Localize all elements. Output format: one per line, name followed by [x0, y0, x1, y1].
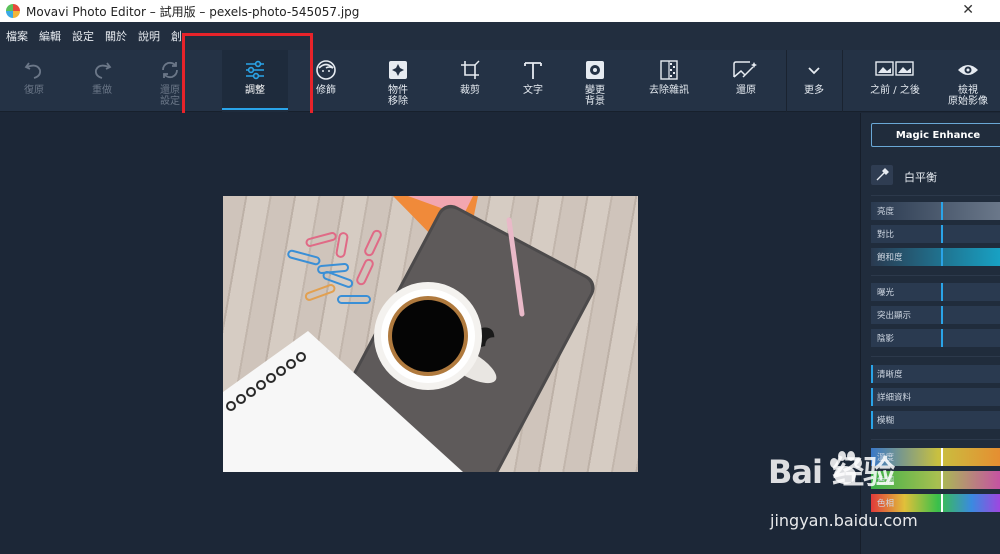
slider-thumb[interactable] — [871, 365, 873, 383]
reset-icon — [162, 61, 178, 79]
toolbar-separator — [842, 50, 843, 112]
object-removal-tool-button[interactable]: 物件 移除 — [376, 50, 420, 112]
title-bar: Movavi Photo Editor – 試用版 – pexels-photo… — [0, 0, 1000, 22]
more-label: 更多 — [804, 85, 824, 96]
slider-thumb[interactable] — [941, 329, 943, 347]
magic-wand-photo-icon — [733, 61, 757, 78]
toolbar: 復原 重做 還原 設定 調整 修飾 物件 移除 裁剪 文字 變更 背景 去除雜訊… — [0, 50, 1000, 112]
slider-label: 亮度 — [877, 207, 895, 217]
slider-label: 清晰度 — [877, 370, 903, 380]
panel-divider — [871, 439, 1000, 440]
restore-label: 還原 — [736, 85, 756, 96]
crop-tool-button[interactable]: 裁剪 — [448, 50, 492, 112]
window-title: Movavi Photo Editor – 試用版 – pexels-photo… — [26, 4, 360, 19]
change-background-tool-button[interactable]: 變更 背景 — [573, 50, 617, 112]
chevron-down-icon — [808, 67, 820, 75]
face-icon — [316, 60, 336, 80]
menu-about[interactable]: 關於 — [105, 28, 127, 44]
crop-label: 裁剪 — [460, 85, 480, 96]
eye-icon — [958, 65, 978, 75]
contrast-slider[interactable]: 對比 — [871, 225, 1000, 243]
white-balance-label: 白平衡 — [904, 171, 937, 184]
before-after-button[interactable]: 之前 / 之後 — [862, 50, 928, 112]
panel-divider — [871, 356, 1000, 357]
slider-label: 突出顯示 — [877, 311, 912, 321]
noise-icon — [660, 60, 678, 80]
slider-label: 陰影 — [877, 334, 895, 344]
redo-label: 重做 — [92, 85, 112, 96]
menu-create[interactable]: 創 — [171, 28, 182, 44]
hue-slider[interactable]: 色相 — [871, 494, 1000, 512]
redo-icon — [94, 62, 112, 79]
highlights-slider[interactable]: 突出顯示 — [871, 306, 1000, 324]
restore-tool-button[interactable]: 還原 — [724, 50, 768, 112]
baidu-watermark-url: jingyan.baidu.com — [770, 511, 918, 530]
text-tool-button[interactable]: 文字 — [511, 50, 555, 112]
slider-thumb[interactable] — [941, 202, 943, 220]
slider-label: 對比 — [877, 230, 895, 240]
restore-original-label: 還原 設定 — [160, 85, 180, 107]
slider-label: 色相 — [877, 499, 895, 509]
slider-label: 模糊 — [877, 416, 895, 426]
exposure-slider[interactable]: 曝光 — [871, 283, 1000, 301]
menu-settings[interactable]: 設定 — [72, 28, 94, 44]
menu-bar: 檔案 編輯 設定 關於 說明 創 — [0, 22, 1000, 50]
magic-enhance-button[interactable]: Magic Enhance — [871, 123, 1000, 147]
more-tools-button[interactable]: 更多 — [792, 50, 836, 112]
change-background-label: 變更 背景 — [585, 85, 605, 107]
object-removal-label: 物件 移除 — [388, 85, 408, 107]
slider-thumb[interactable] — [941, 448, 943, 466]
white-balance-picker-button[interactable] — [871, 165, 893, 185]
detail-slider[interactable]: 詳細資料 — [871, 388, 1000, 406]
undo-label: 復原 — [24, 85, 44, 96]
panel-divider — [871, 275, 1000, 276]
close-window-icon[interactable]: ✕ — [962, 2, 974, 18]
menu-edit[interactable]: 編輯 — [39, 28, 61, 44]
slider-label: 詳細資料 — [877, 393, 912, 403]
background-icon — [586, 61, 604, 79]
before-after-label: 之前 / 之後 — [870, 85, 920, 96]
object-removal-icon — [389, 61, 407, 79]
photo-preview[interactable] — [223, 196, 638, 472]
toolbar-separator — [786, 50, 787, 112]
undo-icon — [24, 62, 42, 79]
slider-label: 飽和度 — [877, 253, 903, 263]
slider-thumb[interactable] — [941, 494, 943, 512]
photo-content-image — [223, 196, 595, 472]
slider-thumb[interactable] — [941, 248, 943, 266]
denoise-tool-button[interactable]: 去除雜訊 — [634, 50, 704, 112]
menu-help[interactable]: 說明 — [138, 28, 160, 44]
denoise-label: 去除雜訊 — [649, 85, 689, 96]
baidu-paw-icon — [830, 451, 862, 484]
shadows-slider[interactable]: 陰影 — [871, 329, 1000, 347]
undo-button[interactable]: 復原 — [12, 50, 56, 112]
eyedropper-icon — [876, 168, 889, 181]
slider-thumb[interactable] — [941, 471, 943, 489]
slider-thumb[interactable] — [941, 225, 943, 243]
slider-label: 曝光 — [877, 288, 895, 298]
redo-button[interactable]: 重做 — [80, 50, 124, 112]
retouch-label: 修飾 — [316, 85, 336, 96]
slider-thumb[interactable] — [941, 283, 943, 301]
crop-icon — [461, 60, 480, 79]
text-label: 文字 — [523, 85, 543, 96]
blur-slider[interactable]: 模糊 — [871, 411, 1000, 429]
slider-thumb[interactable] — [941, 306, 943, 324]
before-after-icon — [875, 61, 914, 76]
menu-file[interactable]: 檔案 — [6, 28, 28, 44]
saturation-slider[interactable]: 飽和度 — [871, 248, 1000, 266]
slider-thumb[interactable] — [871, 411, 873, 429]
app-logo-icon — [6, 4, 20, 18]
brightness-slider[interactable]: 亮度 — [871, 202, 1000, 220]
view-original-label: 檢視 原始影像 — [948, 85, 988, 107]
view-original-button[interactable]: 檢視 原始影像 — [946, 50, 990, 112]
panel-divider — [871, 195, 1000, 196]
slider-thumb[interactable] — [871, 388, 873, 406]
text-icon — [524, 62, 542, 79]
clarity-slider[interactable]: 清晰度 — [871, 365, 1000, 383]
